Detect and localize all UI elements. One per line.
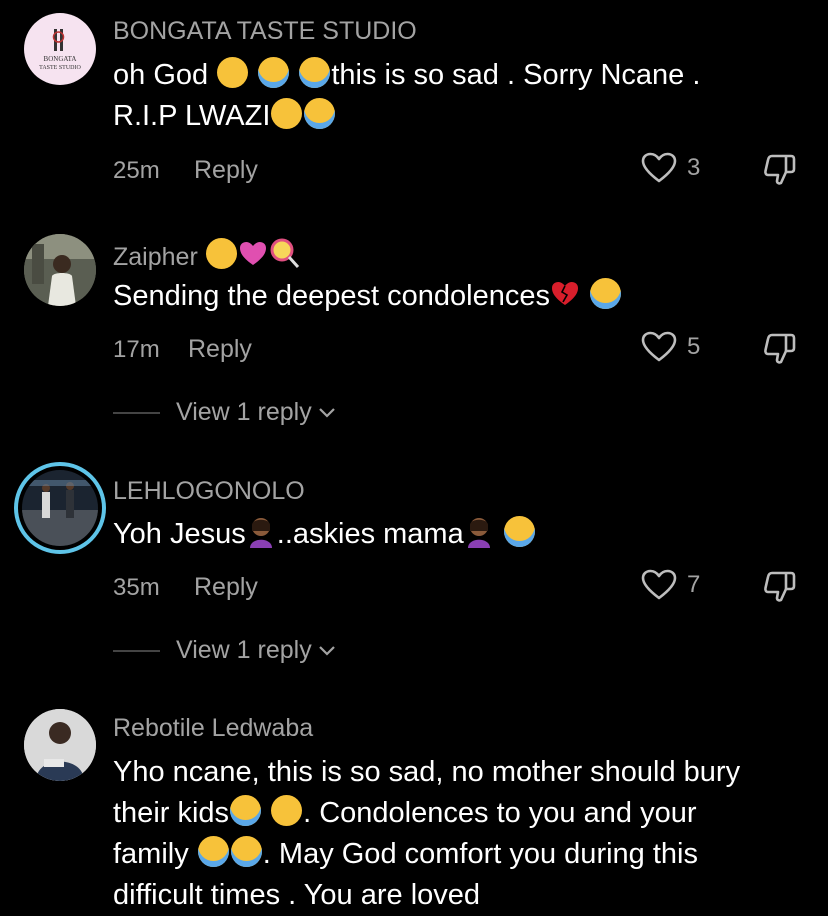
- chevron-down-icon: [318, 645, 335, 656]
- woman-facepalming-emoji: [467, 518, 490, 548]
- like-button[interactable]: 5: [641, 331, 700, 363]
- sleepy-face-emoji: [299, 57, 331, 88]
- comment-1: BONGATA TASTE STUDIO BONGATA TASTE STUDI…: [0, 0, 828, 200]
- avatar-photo: [24, 234, 96, 306]
- avatar-zaipher[interactable]: [24, 234, 96, 306]
- reply-button[interactable]: Reply: [188, 335, 252, 364]
- comment-time: 25m: [113, 157, 160, 184]
- like-button[interactable]: 3: [641, 152, 700, 184]
- avatar-photo: [24, 709, 96, 781]
- comment-2: Zaipher Sending the deepest condolences …: [0, 220, 828, 440]
- avatar-rebotile[interactable]: [24, 709, 96, 781]
- view-replies-button[interactable]: View 1 reply: [113, 398, 336, 427]
- loudly-crying-emoji: [503, 516, 535, 547]
- dislike-button[interactable]: [762, 570, 798, 609]
- dislike-icon: [764, 154, 796, 185]
- comment-time: 35m: [113, 574, 160, 601]
- username[interactable]: Rebotile Ledwaba: [113, 714, 313, 743]
- username[interactable]: LEHLOGONOLO: [113, 477, 305, 506]
- avatar-photo: [22, 470, 98, 546]
- username[interactable]: BONGATA TASTE STUDIO: [113, 17, 417, 46]
- comment-text: oh God this is so sad . Sorry Ncane . R.…: [113, 57, 701, 132]
- username[interactable]: Zaipher: [113, 238, 300, 272]
- like-count: 5: [687, 333, 701, 360]
- view-replies-button[interactable]: View 1 reply: [113, 636, 336, 665]
- woman-facepalming-emoji: [249, 518, 272, 548]
- reply-button[interactable]: Reply: [194, 573, 258, 602]
- like-button[interactable]: 7: [641, 569, 700, 601]
- svg-text:TASTE STUDIO: TASTE STUDIO: [39, 65, 81, 71]
- divider-line: [113, 649, 160, 652]
- lollipop-emoji: [270, 238, 299, 269]
- dislike-button[interactable]: [762, 153, 798, 192]
- dislike-button[interactable]: [762, 332, 798, 371]
- dislike-icon: [764, 571, 796, 602]
- dislike-icon: [764, 333, 796, 364]
- pleading-face-emoji: [271, 795, 303, 826]
- loudly-crying-emoji: [197, 836, 229, 867]
- like-count: 7: [687, 571, 701, 598]
- chevron-down-icon: [318, 407, 335, 418]
- comment-text: Yho ncane, this is so sad, no mother sho…: [113, 756, 741, 911]
- avatar-bongata[interactable]: BONGATA TASTE STUDIO: [24, 13, 96, 85]
- divider-line: [113, 411, 160, 414]
- comment-text: Sending the deepest condolences: [113, 276, 803, 317]
- sad-face-emoji: [271, 98, 303, 129]
- like-count: 3: [687, 154, 701, 181]
- downcast-sweat-emoji: [304, 98, 336, 129]
- pensive-face-emoji: [217, 57, 249, 88]
- loudly-crying-emoji: [230, 836, 262, 867]
- loudly-crying-emoji: [590, 278, 622, 309]
- reply-button[interactable]: Reply: [194, 156, 258, 185]
- crying-cat-emoji: [258, 57, 290, 88]
- heart-outline-icon: [641, 152, 677, 183]
- comment-text: Yoh Jesus ..askies mama: [113, 514, 803, 555]
- comment-4: Rebotile Ledwaba Yho ncane, this is so s…: [0, 700, 828, 911]
- comment-time: 17m: [113, 336, 160, 363]
- heart-outline-icon: [641, 331, 677, 362]
- comment-3: LEHLOGONOLO Yoh Jesus ..askies mama 35m R…: [0, 460, 828, 690]
- bongata-logo-icon: BONGATA TASTE STUDIO: [39, 29, 82, 71]
- two-hearts-emoji: [239, 242, 266, 265]
- loudly-crying-emoji: [230, 795, 262, 826]
- avatar-lehlogonolo[interactable]: [14, 462, 106, 554]
- heart-outline-icon: [641, 569, 677, 600]
- svg-text:BONGATA: BONGATA: [44, 55, 77, 63]
- broken-heart-emoji: [551, 282, 578, 305]
- zany-face-emoji: [205, 238, 237, 269]
